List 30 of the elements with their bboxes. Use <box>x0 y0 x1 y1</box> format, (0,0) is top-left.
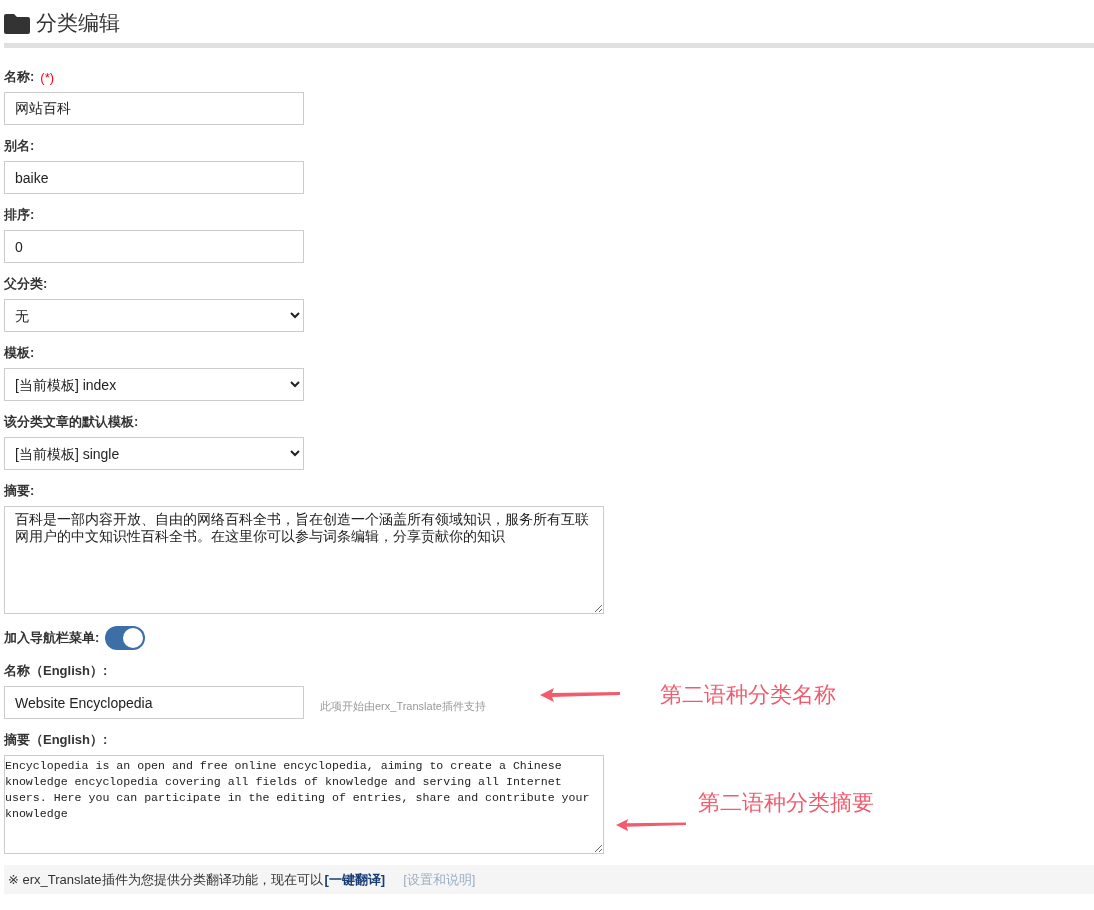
text-area[interactable]: Encyclopedia is an open and free online encyclopedia, aiming to create a Chinese knowledge encyclopedia covering all fields of knowledge and serving all Internet users. Here you can participate in the editing of entries, share and contribute your knowledge <box>4 755 604 854</box>
field-label: 加入导航栏菜单: <box>4 629 100 647</box>
arrow-icon <box>616 818 686 832</box>
field-label: 父分类: <box>4 275 48 293</box>
input-field[interactable]: 网站百科 <box>4 92 304 125</box>
footer-note: ※ erx_Translate插件为您提供分类翻译功能，现在可以 <box>8 870 323 889</box>
arrow-icon <box>540 688 620 702</box>
field-label: 模板: <box>4 344 35 362</box>
page-title: 分类编辑 <box>36 10 120 36</box>
field-label: 该分类文章的默认模板: <box>4 413 139 431</box>
input-field[interactable]: 0 <box>4 230 304 263</box>
translate-link[interactable]: [一键翻译] <box>324 870 386 889</box>
field-label: 别名: <box>4 137 35 155</box>
input-field[interactable]: Website Encyclopedia <box>4 686 304 719</box>
toggle-switch[interactable] <box>105 626 146 650</box>
field-label: 名称: <box>4 68 35 86</box>
hint-text: 此项开始由erx_Translate插件支持 <box>320 699 486 714</box>
annotation-text: 第二语种分类摘要 <box>698 789 874 817</box>
input-field[interactable]: baike <box>4 161 304 194</box>
field-label: 名称（English）: <box>4 662 108 680</box>
select-dropdown[interactable]: [当前模板] single <box>4 437 304 470</box>
annotation-text: 第二语种分类名称 <box>660 681 836 709</box>
field-label: 排序: <box>4 206 35 224</box>
text-area[interactable]: 百科是一部内容开放、自由的网络百科全书，旨在创造一个涵盖所有领域知识，服务所有互联网用户的中文知识性百科全书。在这里你可以参与词条编辑，分享贡献你的知识 <box>4 506 604 614</box>
field-label: 摘要: <box>4 482 35 500</box>
field-label: 摘要（English）: <box>4 731 108 749</box>
select-dropdown[interactable]: 无 <box>4 299 304 332</box>
folder-icon <box>4 12 30 34</box>
select-dropdown[interactable]: [当前模板] index <box>4 368 304 401</box>
required-mark: (*) <box>40 69 55 85</box>
